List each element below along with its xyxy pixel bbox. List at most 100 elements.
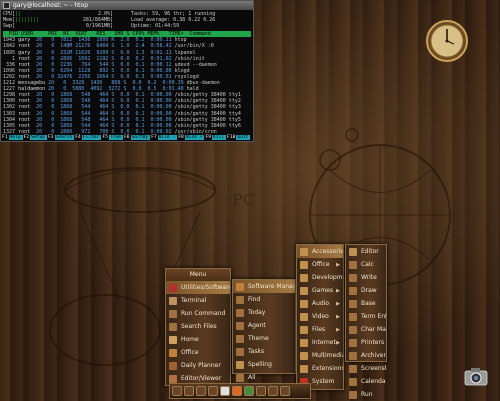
application-item-label: Base (361, 300, 376, 307)
process-user: haldaemon (18, 86, 46, 93)
taskbar-launcher-icon[interactable] (256, 386, 266, 396)
category-item-label: Office (312, 261, 330, 268)
process-row[interactable]: 1327 root 20 0 2880 972 700 S 0.0 0.1 0:… (3, 129, 251, 135)
application-item-label: Archiver (361, 352, 386, 359)
function-key-6[interactable]: F6 SortBy (122, 135, 151, 140)
main-menu-item[interactable]: Run Command (166, 307, 230, 320)
categories-menu[interactable]: Accessories▶Office▶Development▶Games▶Aud… (296, 244, 344, 390)
category-item-icon (300, 286, 308, 295)
application-item-icon (349, 247, 357, 256)
clock-widget (426, 20, 468, 62)
main-menu-item[interactable]: Office (166, 346, 230, 359)
taskbar-launcher-icon[interactable] (208, 386, 218, 396)
application-item[interactable]: Draw (346, 284, 386, 297)
process-stats: 20 0 3328 1436 868 S 0.0 0.2 0:00.39 (48, 80, 184, 87)
function-key-4[interactable]: F4 Filter (74, 135, 102, 140)
function-key-3[interactable]: F3 Search (47, 135, 75, 140)
function-key-label: Filter (81, 135, 102, 140)
submenu-item-label: Find (248, 296, 261, 303)
submenu-item[interactable]: Theme (233, 332, 295, 345)
process-command: klogd (174, 67, 190, 74)
category-item[interactable]: Internet ▶ (297, 336, 343, 349)
application-item[interactable]: Base (346, 297, 386, 310)
process-pid: 1300 (3, 98, 16, 105)
process-command: /sbin/getty 38400 tty2 (174, 98, 241, 105)
application-item-label: Calendar (361, 378, 386, 385)
chevron-right-icon: ▶ (336, 287, 340, 294)
category-item-label: Audio (312, 300, 330, 307)
application-item-icon (349, 286, 357, 295)
taskbar-launcher-icon[interactable] (220, 386, 230, 396)
submenu-item[interactable]: Agent (233, 319, 295, 332)
main-menu-item-icon (169, 296, 177, 305)
category-item[interactable]: Development▶ (297, 271, 343, 284)
application-item[interactable]: Archiver (346, 349, 386, 362)
main-menu-item[interactable]: Daily Planner (166, 359, 230, 372)
function-key-10[interactable]: F10 Quit (226, 135, 251, 140)
process-pid: 1327 (3, 128, 16, 135)
taskbar-launcher-icon[interactable] (172, 386, 182, 396)
category-item[interactable]: Audio ▶ (297, 297, 343, 310)
application-item[interactable]: Write (346, 271, 386, 284)
svg-text:PC: PC (232, 190, 255, 209)
terminal-titlebar[interactable]: gary@localhost: ~ - htop (1, 1, 253, 10)
function-key-code: F7 (150, 135, 158, 140)
submenu-item[interactable]: Software Manager▶ (233, 280, 295, 293)
main-menu-item[interactable]: Utilities/Software▶ (166, 281, 230, 294)
main-menu-item-icon (169, 309, 177, 318)
main-menu-item[interactable]: Home (166, 333, 230, 346)
process-stats: 20 0 7812 1436 1000 R 2.0 0.2 0:00.11 (36, 37, 172, 44)
camera-icon[interactable] (464, 366, 488, 386)
process-pid: 1227 (3, 86, 16, 93)
application-item[interactable]: Char Map (346, 323, 386, 336)
chevron-right-icon: ▶ (336, 326, 340, 333)
application-item[interactable]: Run (346, 388, 386, 401)
system-stats: Tasks: 59, 96 thr; 1 running Load averag… (131, 11, 215, 29)
process-command: /sbin/getty 38400 tty6 (174, 122, 241, 129)
application-item[interactable]: Editor (346, 245, 386, 258)
terminal-window[interactable]: gary@localhost: ~ - htop CPU[|| 2.0%] Mem… (0, 0, 254, 142)
application-item[interactable]: Calendar (346, 375, 386, 388)
category-item[interactable]: Office ▶ (297, 258, 343, 271)
main-menu-item[interactable]: Search Files (166, 320, 230, 333)
submenu-item[interactable]: Find (233, 293, 295, 306)
category-item-label: Internet (312, 339, 336, 346)
function-key-8[interactable]: F8 Nice + (177, 135, 205, 140)
category-item-icon (300, 338, 308, 347)
submenu-item-icon (236, 334, 244, 343)
process-pid: 1304 (3, 116, 16, 123)
application-item[interactable]: Term Entry (346, 310, 386, 323)
function-key-9[interactable]: F9 Kill (204, 135, 227, 140)
taskbar-launcher-icon[interactable] (196, 386, 206, 396)
category-item[interactable]: Multimedia▶ (297, 349, 343, 362)
application-item-label: Calc (361, 261, 374, 268)
category-item[interactable]: Extensions (297, 362, 343, 375)
function-key-label: Help (8, 135, 23, 140)
process-user: gary (18, 49, 34, 56)
application-item[interactable]: Printers (346, 336, 386, 349)
taskbar-launcher-icon[interactable] (232, 386, 242, 396)
function-key-2[interactable]: F2 Setup (22, 135, 48, 140)
category-item[interactable]: Accessories▶ (297, 245, 343, 258)
category-item[interactable]: Games ▶ (297, 284, 343, 297)
function-key-7[interactable]: F7 Nice - (150, 135, 178, 140)
main-menu[interactable]: Menu Utilities/Software▶ Terminal Run Comm… (165, 268, 231, 396)
submenu-item[interactable]: Tasks (233, 345, 295, 358)
taskbar[interactable] (169, 383, 311, 399)
applications-menu[interactable]: Editor Calc Write Draw Base Term Entry Char Ma… (345, 244, 387, 399)
taskbar-launcher-icon[interactable] (244, 386, 254, 396)
application-item[interactable]: Screenshot (346, 362, 386, 375)
taskbar-launcher-icon[interactable] (280, 386, 290, 396)
function-key-5[interactable]: F5 Tree (101, 135, 123, 140)
function-key-1[interactable]: F1 Help (1, 135, 23, 140)
taskbar-launcher-icon[interactable] (184, 386, 194, 396)
category-item-label: Files (312, 326, 326, 333)
submenu-item[interactable]: Today (233, 306, 295, 319)
taskbar-launcher-icon[interactable] (268, 386, 278, 396)
category-item[interactable]: Video ▶ (297, 310, 343, 323)
main-menu-item[interactable]: Terminal (166, 294, 230, 307)
category-item[interactable]: Files ▶ (297, 323, 343, 336)
submenu[interactable]: Software Manager▶ Find Today Agent Theme Task… (232, 279, 296, 382)
submenu-item[interactable]: Spelling (233, 358, 295, 371)
application-item[interactable]: Calc (346, 258, 386, 271)
